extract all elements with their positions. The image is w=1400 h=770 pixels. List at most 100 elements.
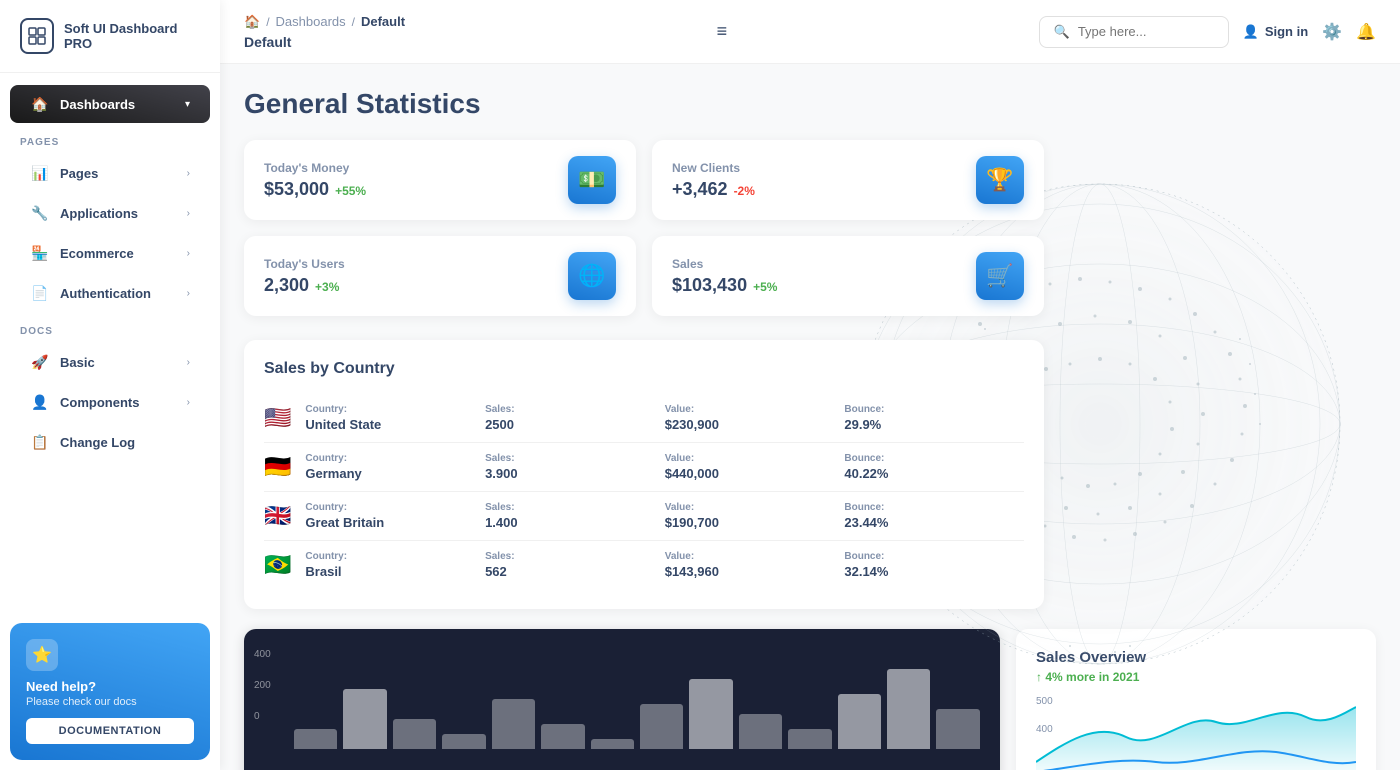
list-item: 🇬🇧 Country: Great Britain Sales: 1.400 V… — [264, 492, 1024, 541]
sales-by-country-card: Sales by Country 🇺🇸 Country: United Stat… — [244, 340, 1044, 609]
sidebar-item-applications[interactable]: 🔧 Applications › — [10, 194, 210, 232]
sales-col: Sales: 3.900 — [485, 453, 665, 481]
bar — [838, 694, 881, 749]
sidebar-label-basic: Basic — [60, 355, 95, 370]
flag-icon: 🇧🇷 — [264, 554, 291, 576]
list-item: 🇧🇷 Country: Brasil Sales: 562 Value: $14… — [264, 541, 1024, 589]
sidebar-item-authentication[interactable]: 📄 Authentication › — [10, 274, 210, 312]
overview-chart: 500 400 — [1036, 692, 1356, 770]
components-icon: 👤 — [30, 392, 50, 412]
breadcrumb-dashboards[interactable]: Dashboards — [276, 14, 346, 29]
bar — [541, 724, 584, 749]
overview-title: Sales Overview — [1036, 649, 1356, 666]
sidebar-item-components[interactable]: 👤 Components › — [10, 383, 210, 421]
stat-card-sales: Sales $103,430 +5% 🛒 — [652, 236, 1044, 316]
bar — [591, 739, 634, 749]
stat-icon-users: 🌐 — [568, 252, 616, 300]
breadcrumb-home-icon: 🏠 — [244, 14, 260, 30]
breadcrumb-current: Default — [361, 14, 405, 29]
flag-icon: 🇺🇸 — [264, 407, 291, 429]
app-name: Soft UI Dashboard PRO — [64, 21, 200, 51]
bar — [788, 729, 831, 749]
stat-change-sales: +5% — [753, 280, 777, 294]
list-item: 🇩🇪 Country: Germany Sales: 3.900 Value: … — [264, 443, 1024, 492]
country-col: Country: Great Britain — [305, 502, 485, 530]
changelog-icon: 📋 — [30, 432, 50, 452]
stat-value-money: $53,000 — [264, 179, 329, 200]
bar — [689, 679, 732, 749]
bar — [492, 699, 535, 749]
content-area: General Statistics Today's Money $53,000… — [220, 64, 1400, 770]
stat-change-clients: -2% — [734, 184, 755, 198]
bar — [393, 719, 436, 749]
main-content: 🏠 / Dashboards / Default Default ≡ 🔍 👤 S… — [220, 0, 1400, 770]
stat-change-users: +3% — [315, 280, 339, 294]
header: 🏠 / Dashboards / Default Default ≡ 🔍 👤 S… — [220, 0, 1400, 64]
sales-overview-card: Sales Overview ↑ 4% more in 2021 — [1016, 629, 1376, 770]
documentation-button[interactable]: DOCUMENTATION — [26, 718, 194, 744]
sidebar-item-ecommerce[interactable]: 🏪 Ecommerce › — [10, 234, 210, 272]
sidebar-logo: Soft UI Dashboard PRO — [0, 0, 220, 73]
y-label-200: 200 — [254, 680, 271, 691]
settings-icon[interactable]: ⚙️ — [1322, 22, 1342, 42]
search-box[interactable]: 🔍 — [1039, 16, 1229, 48]
country-col: Country: Brasil — [305, 551, 485, 579]
country-table: 🇺🇸 Country: United State Sales: 2500 Val… — [264, 394, 1024, 589]
header-right: 🔍 👤 Sign in ⚙️ 🔔 — [1039, 16, 1376, 48]
bar — [887, 669, 930, 749]
pages-icon: 📊 — [30, 163, 50, 183]
value-col: Value: $143,960 — [665, 551, 845, 579]
sidebar-item-changelog[interactable]: 📋 Change Log — [10, 423, 210, 461]
bar — [936, 709, 979, 749]
stat-label-money: Today's Money — [264, 161, 366, 175]
value-col: Value: $440,000 — [665, 453, 845, 481]
bar — [343, 689, 386, 749]
stat-label-users: Today's Users — [264, 257, 345, 271]
breadcrumb: 🏠 / Dashboards / Default — [244, 14, 405, 30]
help-subtitle: Please check our docs — [26, 696, 194, 708]
svg-text:400: 400 — [1036, 724, 1053, 735]
ecommerce-icon: 🏪 — [30, 243, 50, 263]
y-label-0: 0 — [254, 711, 271, 722]
authentication-icon: 📄 — [30, 283, 50, 303]
sidebar-item-basic[interactable]: 🚀 Basic › — [10, 343, 210, 381]
stat-card-users: Today's Users 2,300 +3% 🌐 — [244, 236, 636, 316]
sidebar-item-pages[interactable]: 📊 Pages › — [10, 154, 210, 192]
basic-icon: 🚀 — [30, 352, 50, 372]
bottom-charts-row: 400 200 0 Sales Overview ↑ 4% more in 20… — [244, 629, 1376, 770]
flag-icon: 🇩🇪 — [264, 456, 291, 478]
stat-card-clients: New Clients +3,462 -2% 🏆 — [652, 140, 1044, 220]
chevron-icon: › — [187, 288, 190, 299]
sidebar-label-ecommerce: Ecommerce — [60, 246, 134, 261]
sales-col: Sales: 2500 — [485, 404, 665, 432]
chevron-icon: › — [187, 168, 190, 179]
bar — [294, 729, 337, 749]
sidebar-item-dashboards[interactable]: 🏠 Dashboards ▾ — [10, 85, 210, 123]
sidebar-label-dashboards: Dashboards — [60, 97, 135, 112]
svg-text:500: 500 — [1036, 696, 1053, 707]
stat-value-users: 2,300 — [264, 275, 309, 296]
sidebar-nav: 🏠 Dashboards ▾ PAGES 📊 Pages › 🔧 Applica… — [0, 73, 220, 613]
flag-icon: 🇬🇧 — [264, 505, 291, 527]
stat-card-money: Today's Money $53,000 +55% 💵 — [244, 140, 636, 220]
y-label-400: 400 — [254, 649, 271, 660]
sidebar-label-components: Components — [60, 395, 139, 410]
sign-in-label: Sign in — [1265, 24, 1308, 39]
help-title: Need help? — [26, 679, 194, 694]
chart-y-labels: 400 200 0 — [254, 649, 271, 722]
stat-label-clients: New Clients — [672, 161, 755, 175]
sales-section-title: Sales by Country — [264, 360, 1024, 378]
bar-chart-card: 400 200 0 — [244, 629, 1000, 770]
search-icon: 🔍 — [1054, 24, 1070, 40]
notifications-icon[interactable]: 🔔 — [1356, 22, 1376, 42]
sign-in-button[interactable]: 👤 Sign in — [1243, 24, 1309, 40]
bounce-col: Bounce: 29.9% — [844, 404, 1024, 432]
bounce-col: Bounce: 40.22% — [844, 453, 1024, 481]
hamburger-icon[interactable]: ≡ — [717, 21, 728, 42]
search-input[interactable] — [1078, 24, 1214, 39]
stat-label-sales: Sales — [672, 257, 777, 271]
value-col: Value: $230,900 — [665, 404, 845, 432]
sidebar-label-pages: Pages — [60, 166, 98, 181]
sidebar: Soft UI Dashboard PRO 🏠 Dashboards ▾ PAG… — [0, 0, 220, 770]
overview-subtitle: ↑ 4% more in 2021 — [1036, 670, 1356, 684]
